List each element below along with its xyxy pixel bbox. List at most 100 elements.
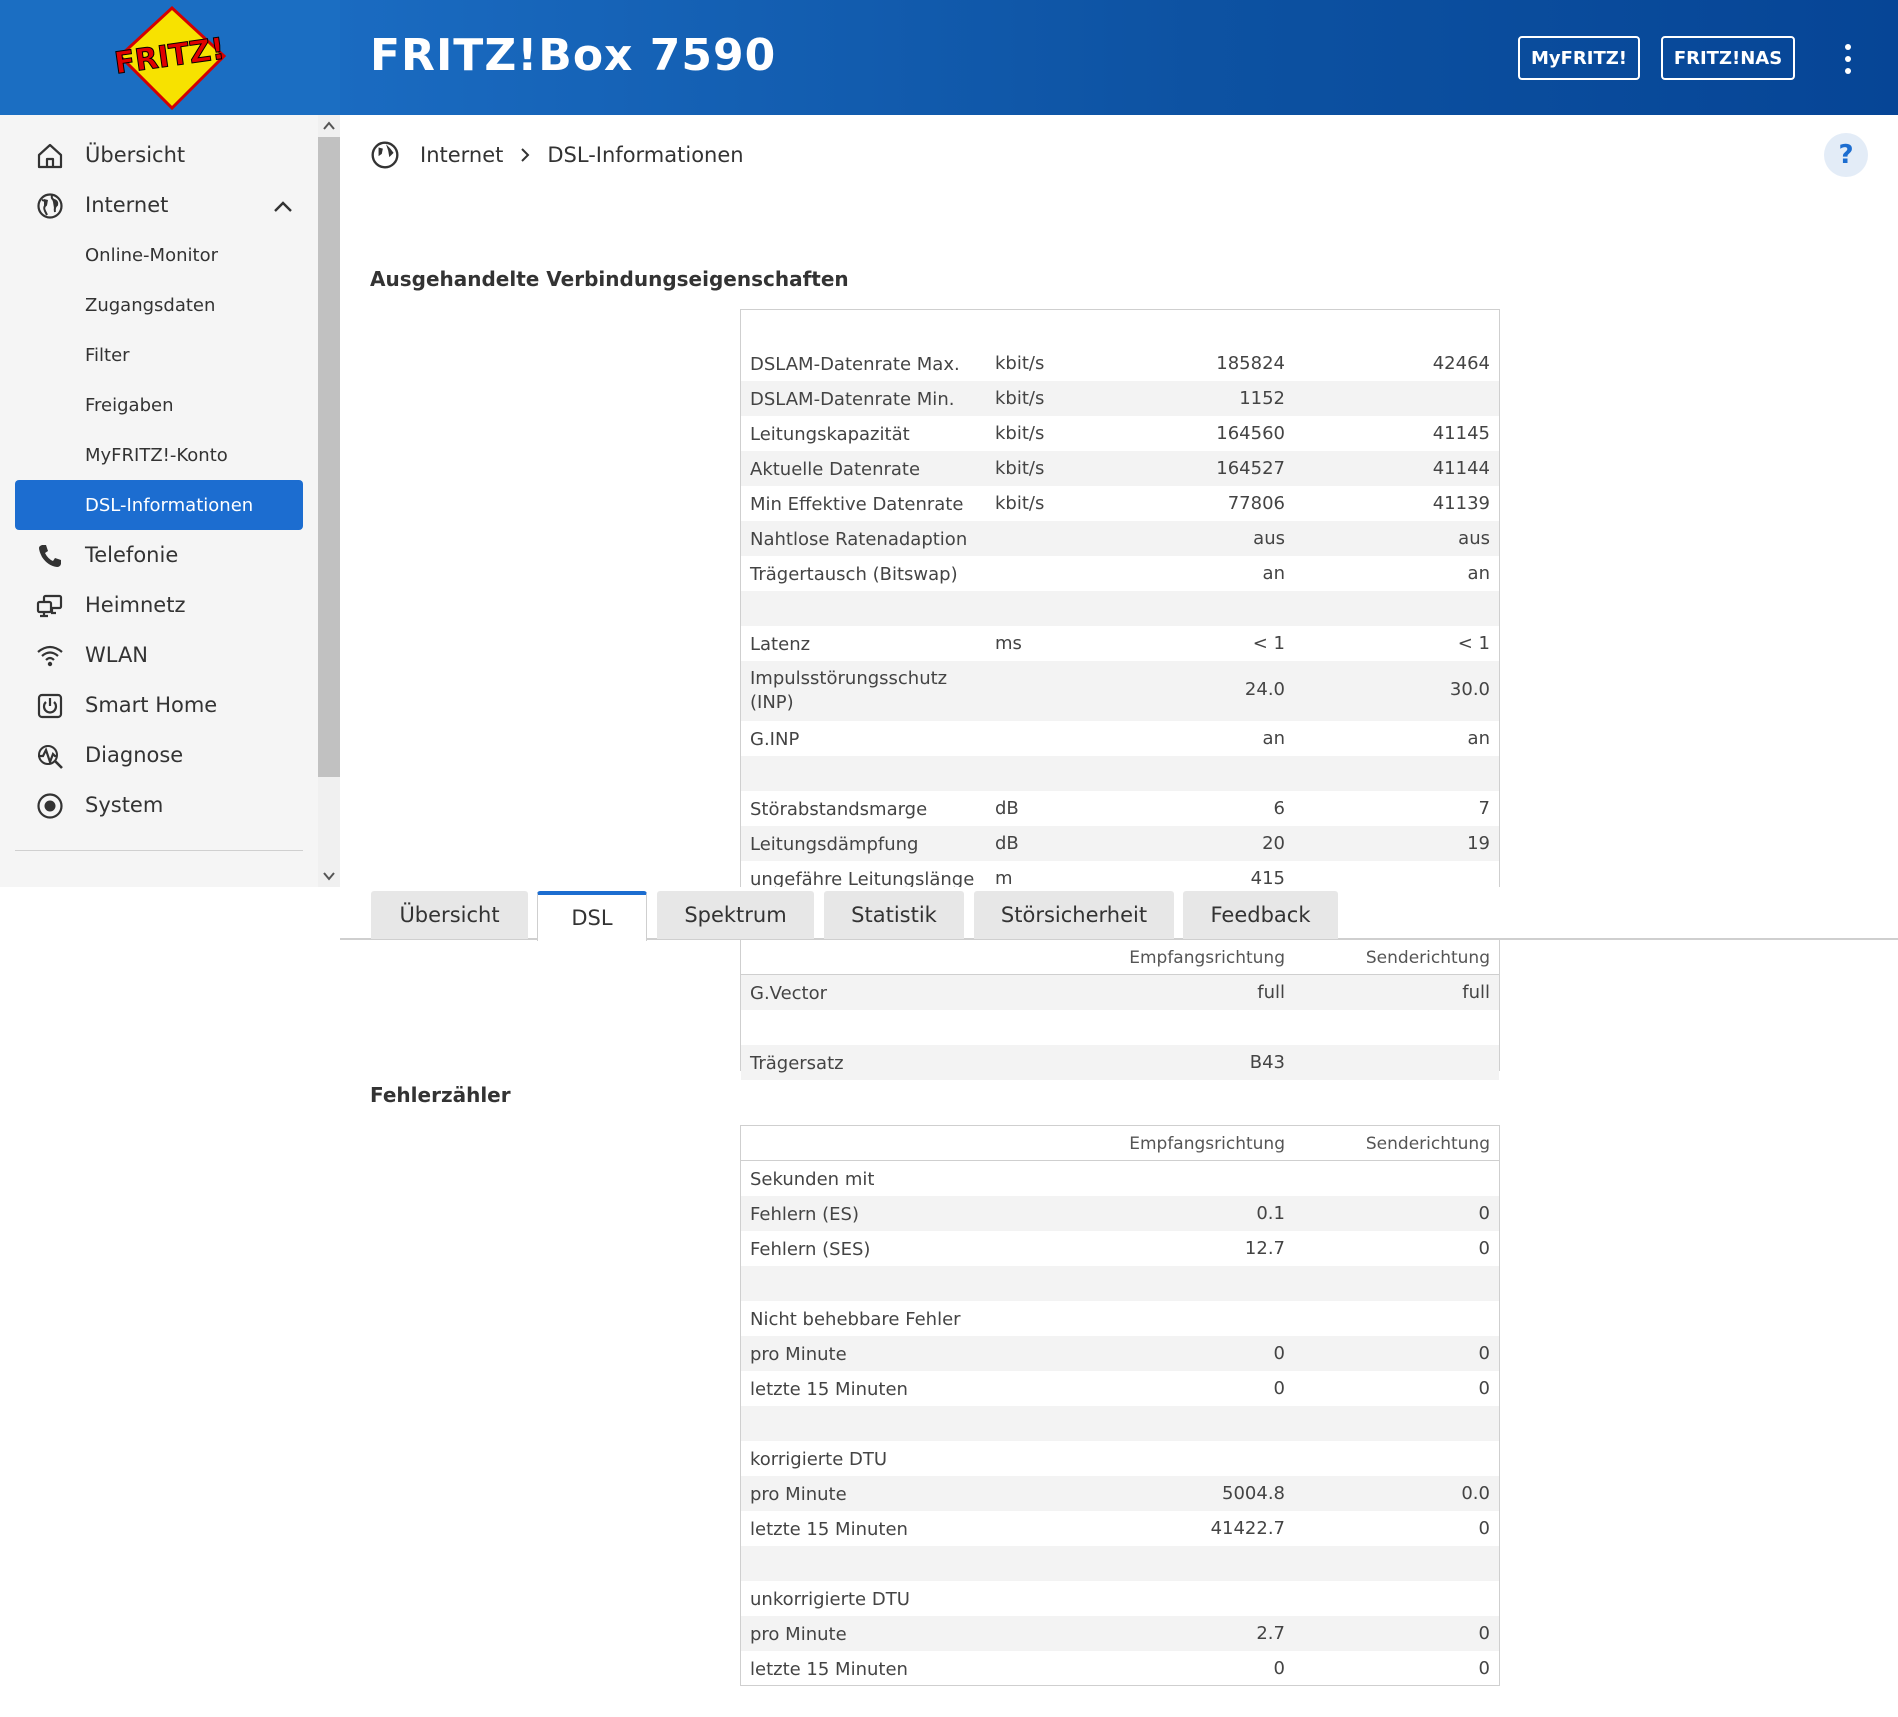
logo-area[interactable]: FRITZ! xyxy=(0,0,340,115)
table-row xyxy=(741,591,1499,626)
fritznas-button[interactable]: FRITZ!NAS xyxy=(1661,36,1795,80)
sidebar-item-telefonie[interactable]: Telefonie xyxy=(0,530,318,580)
scroll-up-icon[interactable] xyxy=(322,119,336,133)
row-value-tx: < 1 xyxy=(1457,633,1490,654)
table-row: unkorrigierte DTU xyxy=(741,1581,1499,1616)
sidebar-item-uebersicht[interactable]: Übersicht xyxy=(0,130,318,180)
table-row: Impulsstörungsschutz (INP) 24.0 30.0 xyxy=(741,661,1499,721)
sidebar-item-diagnose[interactable]: Diagnose xyxy=(0,730,318,780)
column-header-tx: Senderichtung xyxy=(1365,1134,1490,1154)
sidebar-item-label: Online-Monitor xyxy=(85,244,218,266)
table-row: letzte 15 Minuten 0 0 xyxy=(741,1371,1499,1406)
sidebar-item-label: Telefonie xyxy=(85,543,179,567)
globe-icon xyxy=(371,141,399,169)
error-counter-table: Empfangsrichtung Senderichtung Sekunden … xyxy=(740,1125,1500,1686)
row-value-rx: 6 xyxy=(1273,798,1285,819)
table-row: G.INP an an xyxy=(741,721,1499,756)
table-header-row: Empfangsrichtung Senderichtung xyxy=(741,940,1499,975)
sidebar-item-label: Zugangsdaten xyxy=(85,294,216,316)
sidebar-scroll-thumb[interactable] xyxy=(318,137,340,777)
row-value-tx: full xyxy=(1462,982,1490,1003)
row-label: Aktuelle Datenrate xyxy=(750,459,921,480)
row-value-tx: 30.0 xyxy=(1449,679,1490,700)
wifi-icon xyxy=(37,645,63,667)
myfritz-button[interactable]: MyFRITZ! xyxy=(1518,36,1640,80)
chevron-right-icon xyxy=(521,148,530,162)
table-row xyxy=(741,756,1499,791)
table-row: Nicht behebbare Fehler xyxy=(741,1301,1499,1336)
row-label: Leitungskapazität xyxy=(750,424,910,445)
sidebar-item-label: WLAN xyxy=(85,643,149,667)
row-label: Impulsstörungsschutz (INP) xyxy=(750,668,948,713)
tab-spektrum[interactable]: Spektrum xyxy=(657,891,814,939)
row-label: pro Minute xyxy=(750,1344,847,1365)
row-unit: kbit/s xyxy=(995,388,1045,409)
sidebar-item-smart-home[interactable]: Smart Home xyxy=(0,680,318,730)
row-label: DSLAM-Datenrate Min. xyxy=(750,389,955,410)
system-icon xyxy=(37,793,63,819)
sidebar-item-dsl-informationen[interactable]: DSL-Informationen xyxy=(15,480,303,530)
row-label: Sekunden mit xyxy=(750,1169,875,1190)
sidebar-item-label: DSL-Informationen xyxy=(85,494,254,516)
table-spacer xyxy=(741,310,1499,346)
row-label: Leitungsdämpfung xyxy=(750,834,919,855)
tab-dsl[interactable]: DSL xyxy=(537,891,647,941)
tab-uebersicht[interactable]: Übersicht xyxy=(371,891,528,939)
sidebar-item-myfritz-konto[interactable]: MyFRITZ!-Konto xyxy=(0,430,318,480)
sidebar-item-label: Diagnose xyxy=(85,743,184,767)
sidebar-item-freigaben[interactable]: Freigaben xyxy=(0,380,318,430)
sidebar-item-heimnetz[interactable]: Heimnetz xyxy=(0,580,318,630)
tab-feedback[interactable]: Feedback xyxy=(1183,891,1338,939)
row-label: Nicht behebbare Fehler xyxy=(750,1309,961,1330)
smarthome-icon xyxy=(37,693,63,719)
table-row: Trägertausch (Bitswap) an an xyxy=(741,556,1499,591)
row-value-tx: 41144 xyxy=(1432,458,1490,479)
row-value-rx: 1152 xyxy=(1239,388,1285,409)
row-value-tx: 0 xyxy=(1478,1658,1490,1679)
row-label: letzte 15 Minuten xyxy=(750,1379,908,1400)
row-value-rx: an xyxy=(1262,728,1285,749)
more-menu-icon[interactable] xyxy=(1838,44,1858,74)
table-row: Leitungsdämpfung dB 20 19 xyxy=(741,826,1499,861)
table-header-row: Empfangsrichtung Senderichtung xyxy=(741,1126,1499,1161)
phone-icon xyxy=(39,545,61,567)
row-value-tx: 42464 xyxy=(1432,353,1490,374)
top-header: FRITZ!Box 7590 MyFRITZ! FRITZ!NAS xyxy=(340,0,1898,115)
row-value-tx: 41139 xyxy=(1432,493,1490,514)
sidebar-item-zugangsdaten[interactable]: Zugangsdaten xyxy=(0,280,318,330)
table-body: DSLAM-Datenrate Max. kbit/s 185824 42464 DSL… xyxy=(741,346,1499,896)
sidebar-item-internet[interactable]: Internet xyxy=(0,180,318,230)
home-icon xyxy=(37,143,63,169)
row-label: G.INP xyxy=(750,729,800,750)
help-button[interactable]: ? xyxy=(1824,133,1868,177)
row-value-tx: 7 xyxy=(1478,798,1490,819)
table-row: letzte 15 Minuten 0 0 xyxy=(741,1651,1499,1686)
row-label: Fehlern (SES) xyxy=(750,1239,871,1260)
sidebar-item-system[interactable]: System xyxy=(0,780,318,830)
breadcrumb-parent[interactable]: Internet xyxy=(420,143,503,167)
diagnose-icon xyxy=(38,745,63,769)
tab-stoersicherheit[interactable]: Störsicherheit xyxy=(974,891,1174,939)
sidebar-item-online-monitor[interactable]: Online-Monitor xyxy=(0,230,318,280)
column-header-rx: Empfangsrichtung xyxy=(1129,948,1285,968)
row-label: G.Vector xyxy=(750,983,828,1004)
row-label: unkorrigierte DTU xyxy=(750,1589,910,1610)
tab-statistik[interactable]: Statistik xyxy=(824,891,964,939)
row-value-rx: 24.0 xyxy=(1244,679,1285,700)
table-row xyxy=(741,1546,1499,1581)
scroll-down-icon[interactable] xyxy=(322,869,336,883)
row-value-rx: 164527 xyxy=(1216,458,1285,479)
table-row: G.Vector full full xyxy=(741,975,1499,1010)
row-label: Trägertausch (Bitswap) xyxy=(750,564,958,585)
row-value-rx: 12.7 xyxy=(1244,1238,1285,1259)
row-value-tx: 0 xyxy=(1478,1203,1490,1224)
sidebar-item-wlan[interactable]: WLAN xyxy=(0,630,318,680)
sidebar-item-filter[interactable]: Filter xyxy=(0,330,318,380)
row-unit: kbit/s xyxy=(995,353,1045,374)
chevron-up-icon[interactable] xyxy=(272,196,294,218)
row-value-rx: an xyxy=(1262,563,1285,584)
sidebar-item-label: Heimnetz xyxy=(85,593,186,617)
breadcrumb-current: DSL-Informationen xyxy=(547,143,744,167)
table-row: Trägersatz B43 xyxy=(741,1045,1499,1080)
row-label: DSLAM-Datenrate Max. xyxy=(750,354,960,375)
